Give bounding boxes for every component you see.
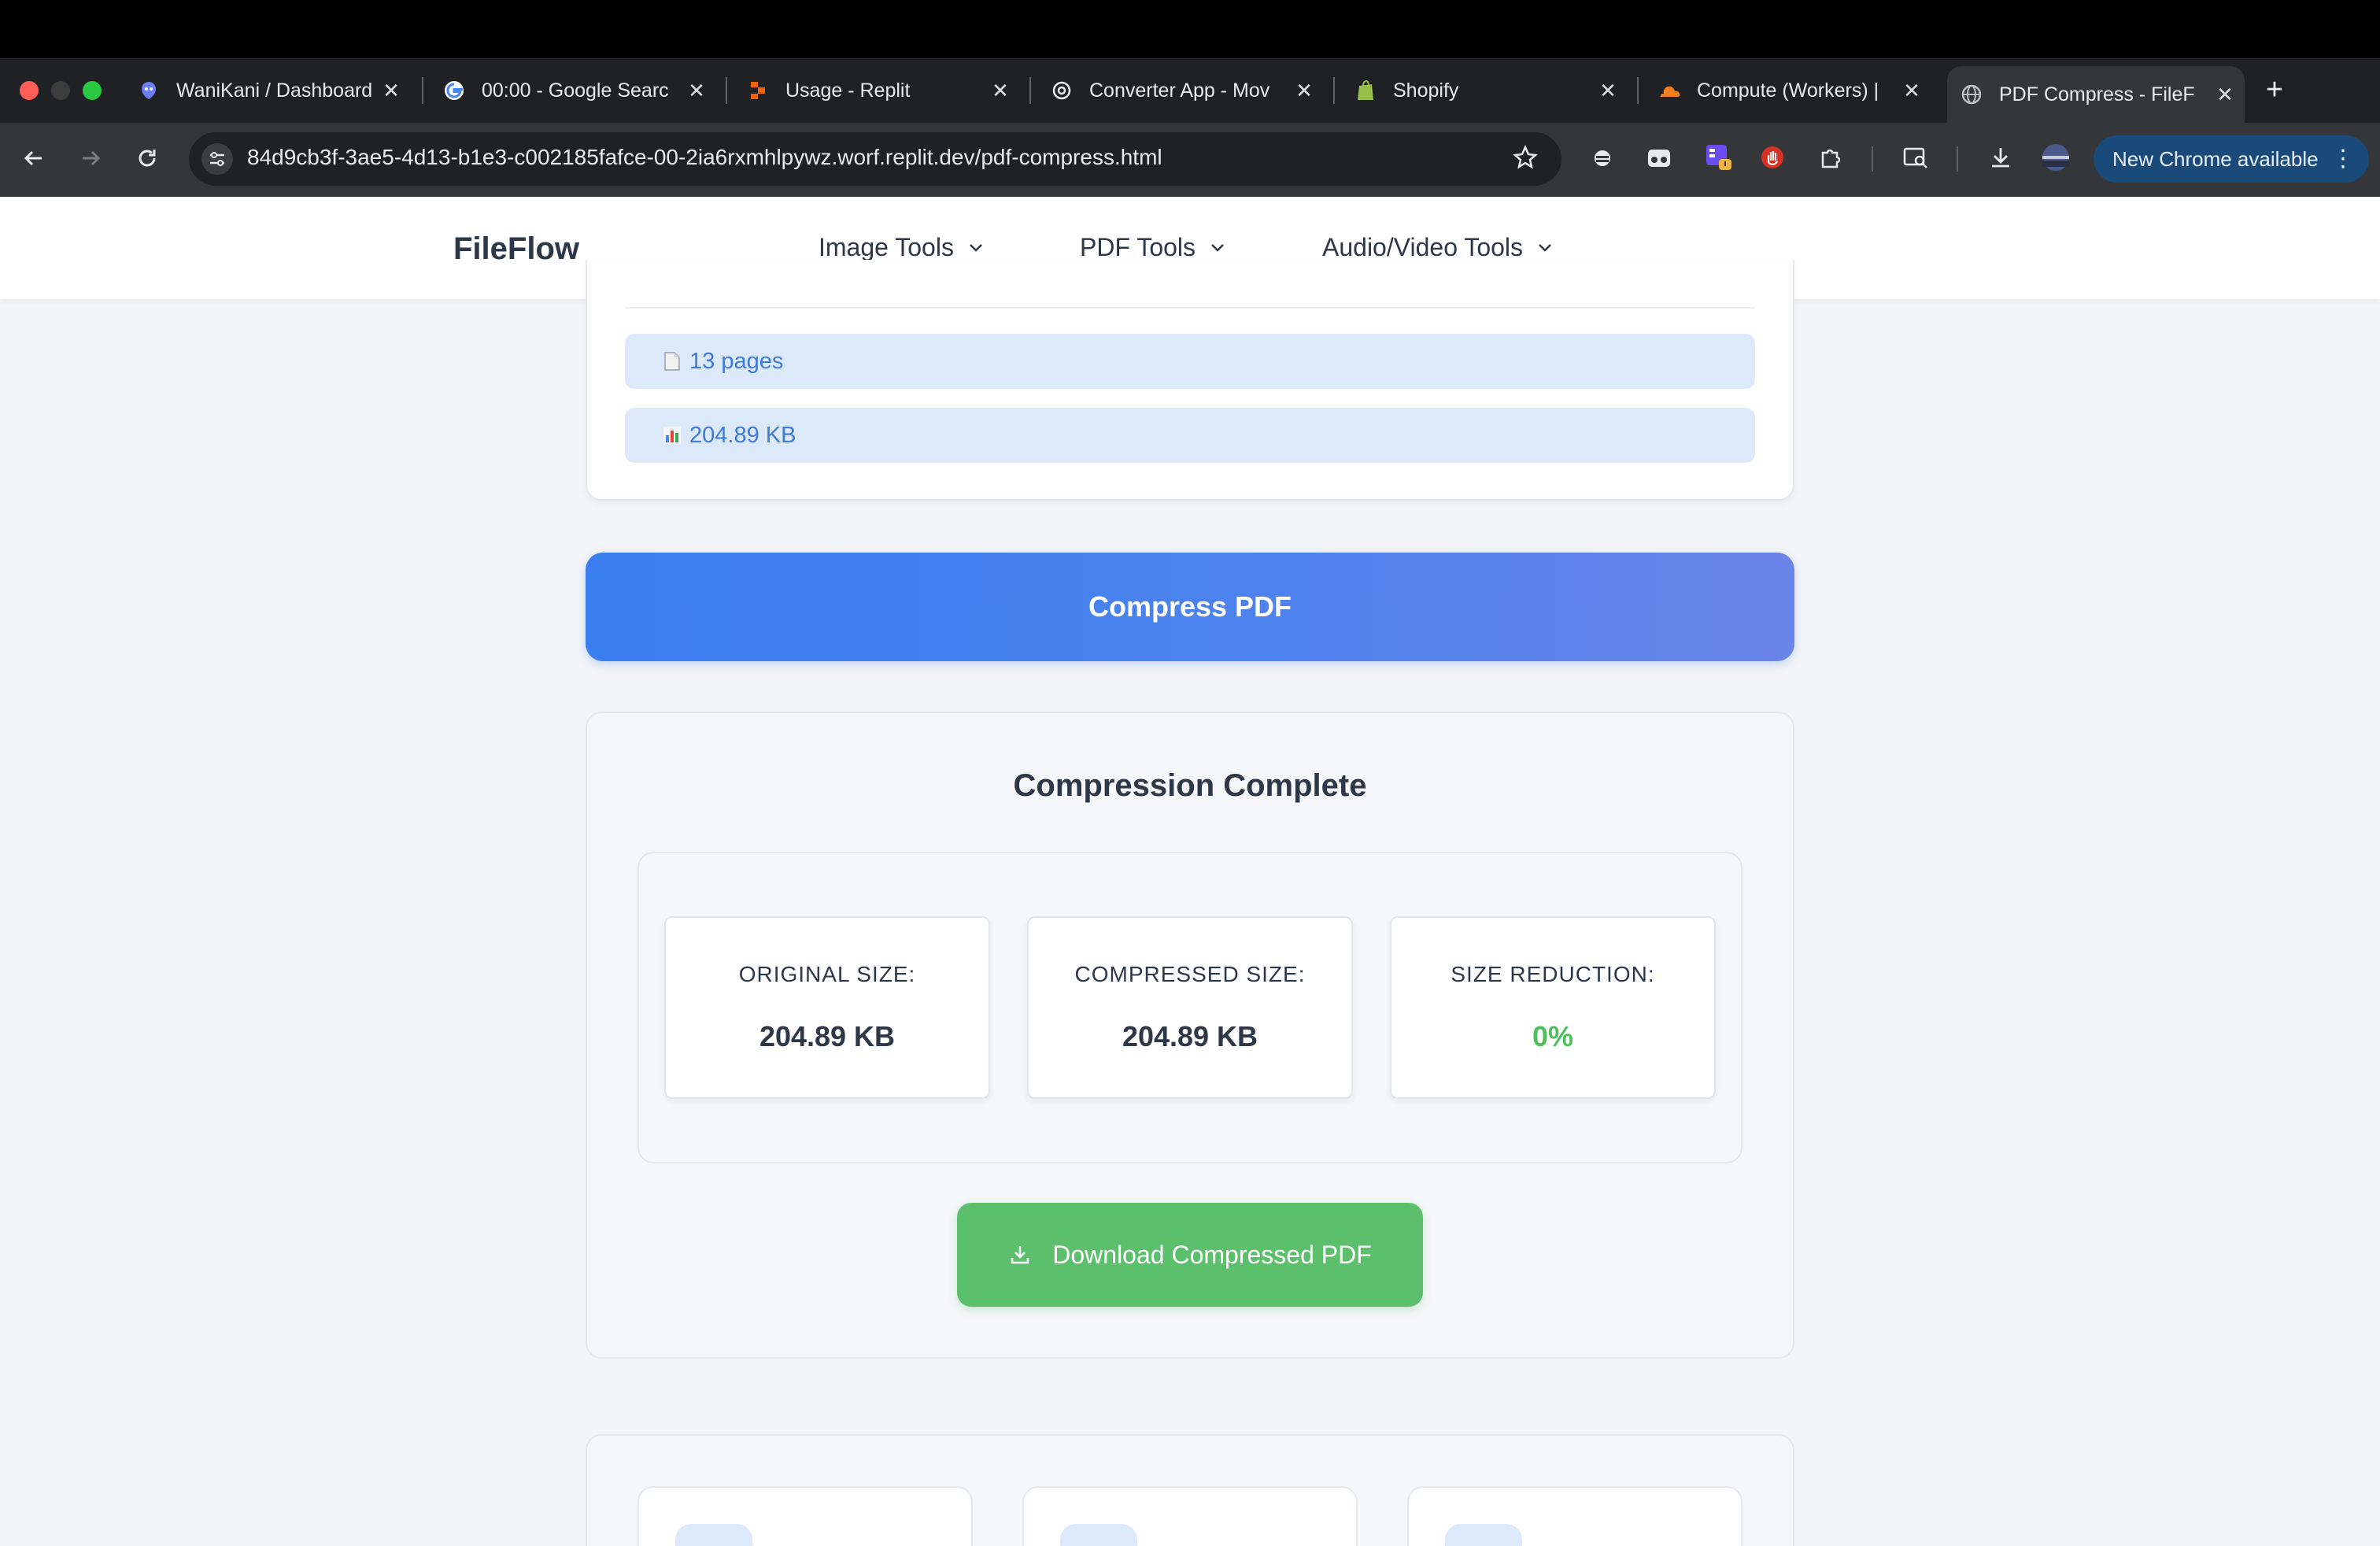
openai-icon	[1050, 79, 1074, 102]
size-reduction-stat: SIZE REDUCTION: 0%	[1390, 916, 1716, 1099]
download-icon[interactable]	[1985, 142, 2016, 173]
tool-icon	[675, 1524, 752, 1546]
globe-icon	[1960, 83, 1983, 106]
extensions-puzzle-icon[interactable]	[1815, 142, 1846, 173]
back-button[interactable]	[16, 140, 52, 176]
tab-title: 00:00 - Google Searc	[482, 79, 669, 102]
download-compressed-pdf-button[interactable]: Download Compressed PDF	[957, 1203, 1423, 1307]
reload-icon	[139, 150, 156, 167]
close-tab-icon[interactable]: ✕	[2213, 83, 2237, 106]
nav-label: Image Tools	[819, 233, 954, 261]
stat-label: COMPRESSED SIZE:	[1074, 962, 1306, 986]
tab-separator	[1333, 77, 1335, 104]
extension-glasses-icon[interactable]	[1643, 142, 1675, 173]
tab-title: Compute (Workers) |	[1697, 79, 1879, 102]
page-count-pill: 13 pages	[625, 334, 1755, 389]
new-tab-button[interactable]: +	[2259, 73, 2290, 106]
tab-search-icon[interactable]	[1900, 142, 1931, 173]
chrome-update-label: New Chrome available	[2112, 146, 2319, 171]
more-menu-icon[interactable]: ⋮	[2331, 145, 2355, 172]
extension-kanban-icon[interactable]	[1703, 142, 1735, 173]
close-tab-icon[interactable]: ✕	[1900, 79, 1924, 102]
google-icon	[442, 79, 466, 102]
nav-label: PDF Tools	[1080, 233, 1196, 261]
chevron-down-icon	[1211, 243, 1224, 252]
minimize-window-button[interactable]	[51, 81, 70, 100]
forward-arrow-icon	[83, 150, 101, 166]
tab-replit-usage[interactable]: Usage - Replit ✕	[734, 65, 1020, 117]
close-tab-icon[interactable]: ✕	[379, 79, 403, 102]
tab-title: WaniKani / Dashboard	[176, 79, 373, 102]
toolbar-separator	[1957, 146, 1958, 172]
forward-button[interactable]	[72, 140, 109, 176]
replit-icon	[746, 79, 770, 102]
stat-value: 0%	[1532, 1020, 1574, 1052]
file-size-pill: 204.89 KB	[625, 408, 1755, 463]
back-arrow-icon	[24, 150, 42, 166]
result-title: Compression Complete	[1013, 768, 1367, 803]
stat-label: ORIGINAL SIZE:	[738, 962, 916, 986]
tab-title: PDF Compress - FileF	[1999, 83, 2195, 105]
close-tab-icon[interactable]: ✕	[685, 79, 708, 102]
wanikani-icon	[137, 79, 161, 102]
extension-bee-icon[interactable]	[1587, 142, 1618, 173]
close-window-button[interactable]	[20, 81, 39, 100]
download-label: Download Compressed PDF	[1052, 1240, 1372, 1269]
site-settings-icon[interactable]	[201, 143, 233, 175]
stat-value: 204.89 KB	[1122, 1020, 1258, 1052]
url-text[interactable]: 84d9cb3f-3ae5-4d13-b1e3-c002185fafce-00-…	[247, 145, 1162, 170]
nav-audio-video-tools[interactable]: Audio/Video Tools	[1322, 233, 1554, 262]
chrome-update-button[interactable]: New Chrome available ⋮	[2094, 135, 2369, 183]
tab-separator	[422, 77, 423, 104]
tab-separator	[1637, 77, 1639, 104]
tab-wanikani[interactable]: WaniKani / Dashboard ✕	[124, 65, 411, 117]
shopify-icon	[1354, 79, 1377, 102]
tool-icon	[1445, 1524, 1522, 1546]
tab-title: Usage - Replit	[785, 79, 911, 102]
nav-image-tools[interactable]: Image Tools	[819, 233, 985, 262]
close-tab-icon[interactable]: ✕	[989, 79, 1012, 102]
stat-label: SIZE REDUCTION:	[1451, 962, 1655, 986]
maximize-window-button[interactable]	[83, 81, 102, 100]
tab-title: Converter App - Mov	[1089, 79, 1270, 102]
tab-cloudflare-compute[interactable]: Compute (Workers) | ✕	[1645, 65, 1931, 117]
chevron-down-icon	[970, 243, 982, 252]
close-tab-icon[interactable]: ✕	[1292, 79, 1316, 102]
tab-google-search[interactable]: 00:00 - Google Searc ✕	[430, 65, 716, 117]
original-size-stat: ORIGINAL SIZE: 204.89 KB	[664, 916, 990, 1099]
download-icon	[1011, 1246, 1029, 1264]
extension-hand-stop-icon[interactable]	[1757, 142, 1788, 173]
toolbar-separator	[1872, 146, 1873, 172]
page-icon	[663, 351, 682, 372]
page-count-text: 13 pages	[689, 348, 784, 374]
cloudflare-icon	[1658, 79, 1681, 102]
bookmark-star-icon[interactable]	[1510, 142, 1541, 173]
tab-separator	[1029, 77, 1031, 104]
tab-shopify[interactable]: Shopify ✕	[1341, 65, 1628, 117]
tab-pdf-compress[interactable]: PDF Compress - FileF ✕	[1947, 66, 2245, 123]
compressed-size-stat: COMPRESSED SIZE: 204.89 KB	[1027, 916, 1353, 1099]
tab-title: Shopify	[1393, 79, 1459, 102]
close-tab-icon[interactable]: ✕	[1596, 79, 1620, 102]
tab-separator	[726, 77, 727, 104]
profile-avatar[interactable]	[2040, 142, 2071, 173]
window-titlebar	[0, 0, 2380, 58]
reload-button[interactable]	[129, 140, 165, 176]
stat-value: 204.89 KB	[759, 1020, 896, 1052]
tool-icon	[1060, 1524, 1137, 1546]
nav-pdf-tools[interactable]: PDF Tools	[1080, 233, 1227, 262]
tab-converter-app[interactable]: Converter App - Mov ✕	[1037, 65, 1324, 117]
chevron-down-icon	[1539, 243, 1551, 252]
site-logo[interactable]: FileFlow	[453, 231, 579, 267]
nav-label: Audio/Video Tools	[1322, 233, 1524, 261]
file-size-text: 204.89 KB	[689, 422, 796, 448]
compress-pdf-button[interactable]: Compress PDF	[586, 553, 1794, 661]
divider	[625, 307, 1755, 309]
bar-chart-icon	[663, 426, 682, 445]
